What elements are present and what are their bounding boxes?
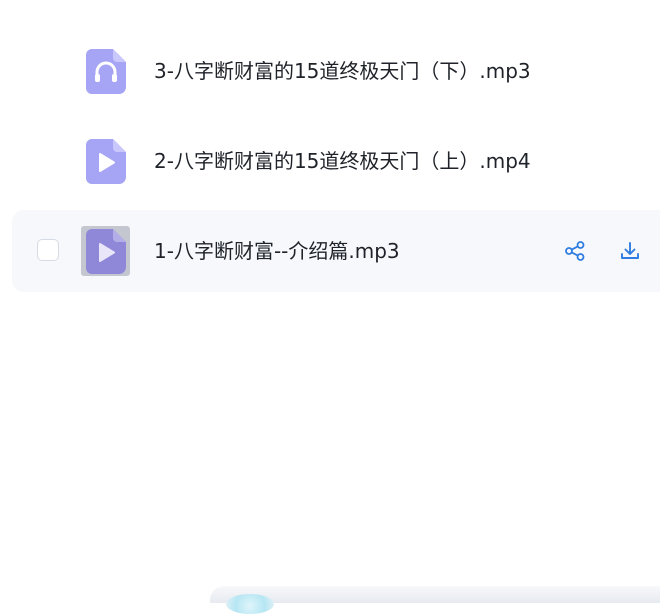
floating-assistant-icon[interactable] <box>226 594 274 614</box>
file-row[interactable]: 3-八字断财富的15道终极天门（下）.mp3 <box>12 30 660 112</box>
download-icon[interactable] <box>619 240 641 262</box>
file-name[interactable]: 3-八字断财富的15道终极天门（下）.mp3 <box>154 58 531 84</box>
audio-file-icon <box>86 49 126 94</box>
file-list: 3-八字断财富的15道终极天门（下）.mp3 2-八字断财富的15道终极天门（上… <box>0 0 660 614</box>
bottom-toolbar-edge <box>210 586 660 603</box>
select-checkbox[interactable] <box>37 239 59 261</box>
file-row[interactable]: 2-八字断财富的15道终极天门（上）.mp4 <box>12 120 660 202</box>
file-row-hovered[interactable]: 1-八字断财富--介绍篇.mp3 <box>12 210 660 292</box>
share-icon[interactable] <box>564 240 586 262</box>
file-name[interactable]: 2-八字断财富的15道终极天门（上）.mp4 <box>154 148 531 174</box>
file-name[interactable]: 1-八字断财富--介绍篇.mp3 <box>154 238 400 264</box>
video-file-icon <box>86 139 126 184</box>
play-icon <box>86 229 126 274</box>
file-thumbnail <box>81 226 130 276</box>
